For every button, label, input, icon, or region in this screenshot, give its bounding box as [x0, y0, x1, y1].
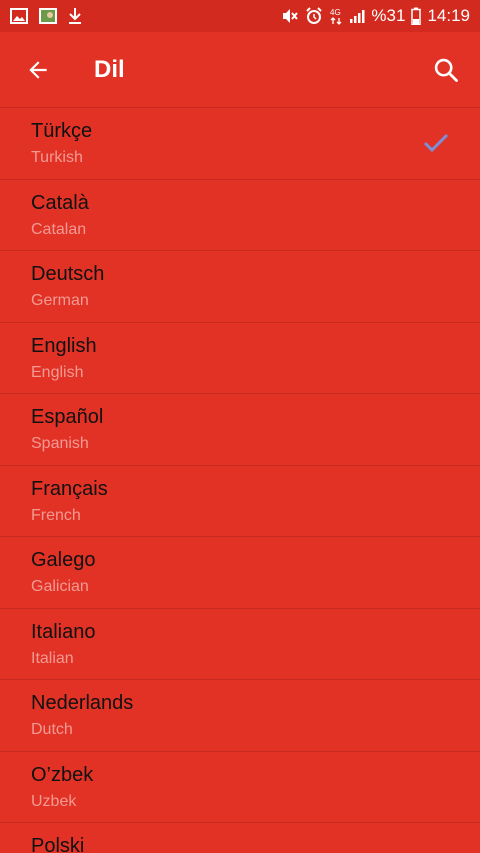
list-item[interactable]: Galego Galician — [0, 537, 480, 609]
search-button[interactable] — [426, 50, 466, 90]
language-english-name: Galician — [31, 578, 89, 595]
language-native-name: Español — [31, 406, 104, 428]
page-title: Dil — [94, 55, 125, 83]
check-icon — [423, 133, 449, 153]
language-english-name: Uzbek — [31, 792, 77, 810]
list-item[interactable]: Türkçe Turkish — [0, 108, 480, 180]
list-item[interactable]: Català Catalan — [0, 180, 480, 251]
list-item[interactable]: Italiano Italian — [0, 609, 480, 680]
list-item[interactable]: O’zbek Uzbek — [0, 752, 480, 823]
app-bar: Dil — [0, 32, 480, 107]
search-icon — [434, 58, 458, 82]
language-native-name: Français — [31, 477, 108, 500]
list-item[interactable]: Español Spanish — [0, 394, 480, 466]
language-english-name: Italian — [31, 649, 74, 667]
language-english-name: English — [31, 363, 84, 381]
language-english-name: Spanish — [31, 435, 89, 452]
battery-icon — [411, 7, 422, 25]
mute-icon — [281, 8, 299, 24]
screen: 4G %31 14:19 Dil Türkçe Turkish Català C… — [0, 0, 480, 853]
list-item[interactable]: English English — [0, 323, 480, 394]
status-bar-right: 4G %31 14:19 — [281, 6, 480, 26]
status-bar: 4G %31 14:19 — [0, 0, 480, 32]
list-item[interactable]: Polski — [0, 823, 480, 853]
network-type-text: 4G — [330, 8, 341, 17]
language-list: Türkçe Turkish Català Catalan Deutsch Ge… — [0, 107, 480, 853]
battery-percent: %31 — [371, 6, 406, 25]
language-native-name: O’zbek — [31, 763, 94, 786]
language-native-name: Galego — [31, 549, 96, 571]
status-bar-left — [0, 7, 82, 25]
language-native-name: Italiano — [31, 620, 96, 643]
photo-notification-icon — [38, 7, 58, 25]
clock: 14:19 — [427, 6, 470, 25]
language-english-name: Catalan — [31, 220, 87, 238]
language-native-name: Nederlands — [31, 692, 134, 714]
language-english-name: French — [31, 506, 81, 524]
list-item[interactable]: Nederlands Dutch — [0, 680, 480, 752]
language-english-name: Dutch — [31, 721, 73, 738]
language-english-name: German — [31, 292, 89, 309]
gallery-notification-icon — [10, 8, 28, 24]
list-item[interactable]: Deutsch German — [0, 251, 480, 323]
back-button[interactable] — [18, 50, 58, 90]
alarm-icon — [305, 7, 323, 25]
language-native-name: English — [31, 334, 97, 357]
signal-icon — [349, 8, 365, 24]
language-native-name: Polski — [31, 835, 85, 853]
language-native-name: Deutsch — [31, 263, 105, 285]
language-native-name: Türkçe — [31, 120, 93, 142]
download-icon — [68, 7, 82, 25]
arrow-back-icon — [29, 60, 47, 79]
language-native-name: Català — [31, 191, 89, 214]
network-type-icon: 4G — [329, 7, 343, 25]
language-english-name: Turkish — [31, 149, 83, 166]
list-item[interactable]: Français French — [0, 466, 480, 537]
